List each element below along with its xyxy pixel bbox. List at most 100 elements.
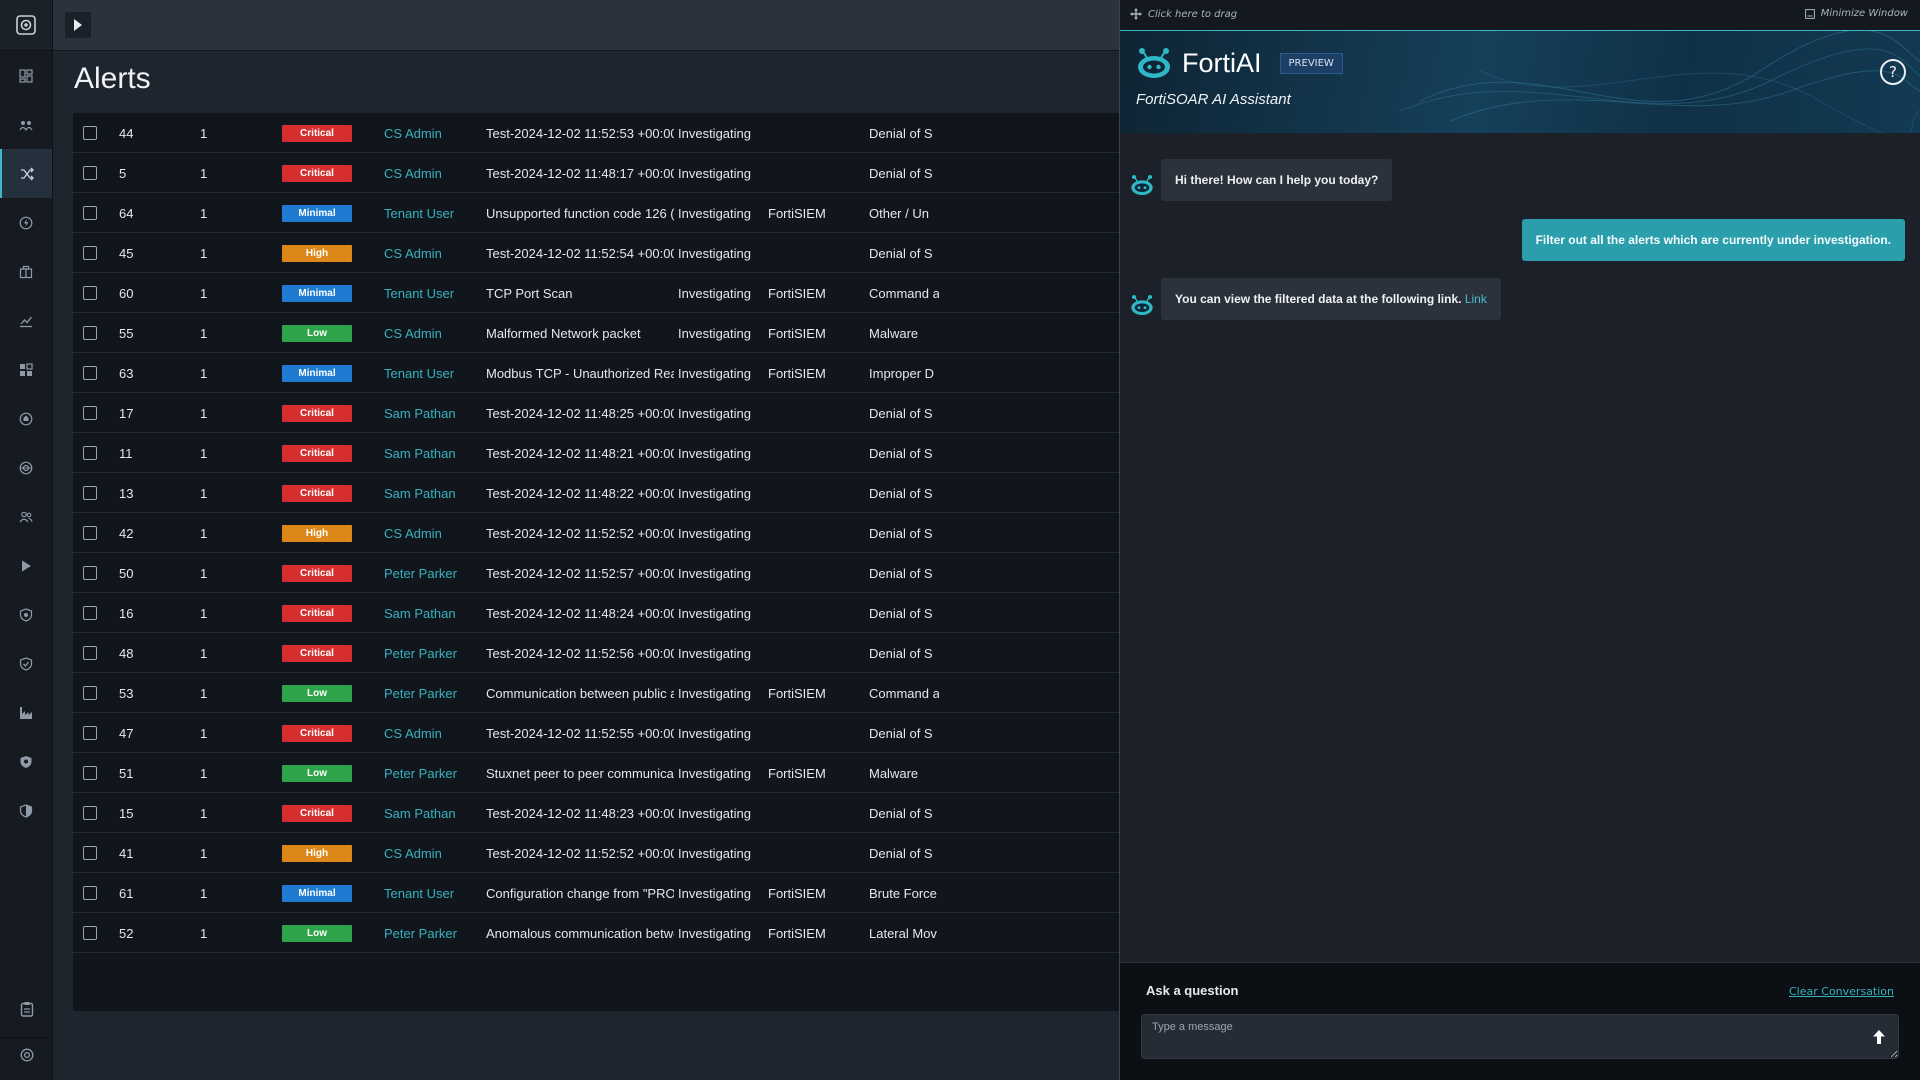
assigned-user-link[interactable]: Peter Parker xyxy=(384,926,457,941)
assigned-user-link[interactable]: Tenant User xyxy=(384,206,454,221)
table-row[interactable]: 52 1 Low Peter Parker Anomalous communicatio… xyxy=(73,913,1120,953)
minimize-window-button[interactable]: Minimize Window xyxy=(1804,8,1908,19)
row-checkbox[interactable] xyxy=(83,406,97,420)
table-row[interactable]: 53 1 Low Peter Parker Communication between … xyxy=(73,673,1120,713)
message-input[interactable] xyxy=(1141,1014,1899,1059)
dashboard-icon[interactable] xyxy=(0,51,52,100)
users-icon[interactable] xyxy=(0,492,52,541)
row-checkbox[interactable] xyxy=(83,446,97,460)
row-checkbox[interactable] xyxy=(83,846,97,860)
clipboard-icon[interactable] xyxy=(0,992,53,1026)
table-row[interactable]: 16 1 Critical Sam Pathan Test-2024-12-02 11:… xyxy=(73,593,1120,633)
table-row[interactable]: 11 1 Critical Sam Pathan Test-2024-12-02 11:… xyxy=(73,433,1120,473)
table-row[interactable]: 61 1 Minimal Tenant User Configuration chang… xyxy=(73,873,1120,913)
help-button[interactable]: ? xyxy=(1880,59,1906,85)
assigned-user-link[interactable]: Tenant User xyxy=(384,886,454,901)
table-row[interactable]: 42 1 High CS Admin Test-2024-12-02 11:52:52 … xyxy=(73,513,1120,553)
playbooks-icon[interactable] xyxy=(0,541,52,590)
table-row[interactable]: 50 1 Critical Peter Parker Test-2024-12-02 1… xyxy=(73,553,1120,593)
row-checkbox[interactable] xyxy=(83,486,97,500)
shield-icon[interactable] xyxy=(0,590,52,639)
assigned-user-link[interactable]: Sam Pathan xyxy=(384,486,456,501)
threat-icon[interactable] xyxy=(0,198,52,247)
row-checkbox[interactable] xyxy=(83,246,97,260)
alert-source-cell xyxy=(768,793,858,833)
assigned-user-link[interactable]: Sam Pathan xyxy=(384,406,456,421)
assigned-user-link[interactable]: Sam Pathan xyxy=(384,806,456,821)
table-row[interactable]: 63 1 Minimal Tenant User Modbus TCP - Unauth… xyxy=(73,353,1120,393)
ask-question-label: Ask a question xyxy=(1146,983,1239,998)
security-icon[interactable] xyxy=(0,394,52,443)
row-checkbox[interactable] xyxy=(83,886,97,900)
row-checkbox[interactable] xyxy=(83,726,97,740)
apps-icon[interactable] xyxy=(0,345,52,394)
row-checkbox[interactable] xyxy=(83,806,97,820)
assigned-user-link[interactable]: CS Admin xyxy=(384,726,442,741)
at-sign-icon[interactable] xyxy=(0,1037,53,1071)
shield-check-icon[interactable] xyxy=(0,639,52,688)
alert-source: FortiSIEM xyxy=(768,925,826,941)
row-checkbox[interactable] xyxy=(83,646,97,660)
assigned-user-link[interactable]: Sam Pathan xyxy=(384,446,456,461)
assigned-user-link[interactable]: Peter Parker xyxy=(384,566,457,581)
chat-drag-bar[interactable]: Click here to drag Minimize Window xyxy=(1120,0,1920,31)
assigned-user-link[interactable]: Sam Pathan xyxy=(384,606,456,621)
assigned-user-link[interactable]: Tenant User xyxy=(384,366,454,381)
send-button[interactable] xyxy=(1872,1029,1886,1049)
assigned-user-link[interactable]: Peter Parker xyxy=(384,766,457,781)
alert-source-cell: FortiSIEM xyxy=(768,353,858,393)
reports-icon[interactable] xyxy=(0,296,52,345)
table-row[interactable]: 15 1 Critical Sam Pathan Test-2024-12-02 11:… xyxy=(73,793,1120,833)
table-row[interactable]: 13 1 Critical Sam Pathan Test-2024-12-02 11:… xyxy=(73,473,1120,513)
table-row[interactable]: 5 1 Critical CS Admin Test-2024-12-02 11:48:… xyxy=(73,153,1120,193)
row-checkbox[interactable] xyxy=(83,686,97,700)
badge-icon[interactable] xyxy=(0,737,52,786)
drag-handle[interactable]: Click here to drag xyxy=(1130,8,1237,20)
table-row[interactable]: 44 1 Critical CS Admin Test-2024-12-02 11:52… xyxy=(73,113,1120,153)
table-row[interactable]: 64 1 Minimal Tenant User Unsupported functio… xyxy=(73,193,1120,233)
chart-icon[interactable] xyxy=(0,688,52,737)
row-checkbox[interactable] xyxy=(83,366,97,380)
table-row[interactable]: 41 1 High CS Admin Test-2024-12-02 11:52:52 … xyxy=(73,833,1120,873)
table-row[interactable]: 47 1 Critical CS Admin Test-2024-12-02 11:52… xyxy=(73,713,1120,753)
shield-half-icon[interactable] xyxy=(0,786,52,835)
row-checkbox[interactable] xyxy=(83,326,97,340)
row-checkbox[interactable] xyxy=(83,926,97,940)
table-row[interactable]: 45 1 High CS Admin Test-2024-12-02 11:52:54 … xyxy=(73,233,1120,273)
filtered-data-link[interactable]: Link xyxy=(1465,292,1487,306)
alerts-icon[interactable] xyxy=(0,149,52,198)
expand-sidebar-button[interactable] xyxy=(65,12,91,38)
assigned-user-link[interactable]: CS Admin xyxy=(384,526,442,541)
alert-source-cell: FortiSIEM xyxy=(768,673,858,713)
alert-source-cell: FortiSIEM xyxy=(768,913,858,953)
row-checkbox[interactable] xyxy=(83,126,97,140)
row-checkbox[interactable] xyxy=(83,206,97,220)
table-row[interactable]: 48 1 Critical Peter Parker Test-2024-12-02 1… xyxy=(73,633,1120,673)
row-checkbox[interactable] xyxy=(83,166,97,180)
alert-id-cell: 13 xyxy=(119,473,179,513)
cases-icon[interactable] xyxy=(0,247,52,296)
alert-status-cell: Investigating xyxy=(678,633,763,673)
assigned-user-link[interactable]: Peter Parker xyxy=(384,686,457,701)
table-row[interactable]: 60 1 Minimal Tenant User TCP Port Scan Invest… xyxy=(73,273,1120,313)
row-checkbox[interactable] xyxy=(83,766,97,780)
assigned-user-link[interactable]: CS Admin xyxy=(384,246,442,261)
row-checkbox[interactable] xyxy=(83,606,97,620)
table-row[interactable]: 51 1 Low Peter Parker Stuxnet peer to peer c… xyxy=(73,753,1120,793)
table-row[interactable]: 55 1 Low CS Admin Malformed Network packet In… xyxy=(73,313,1120,353)
globe-icon[interactable] xyxy=(0,443,52,492)
assigned-user-link[interactable]: Peter Parker xyxy=(384,646,457,661)
incidents-icon[interactable] xyxy=(0,100,52,149)
row-checkbox[interactable] xyxy=(83,526,97,540)
table-row[interactable]: 17 1 Critical Sam Pathan Test-2024-12-02 11:… xyxy=(73,393,1120,433)
clear-conversation-link[interactable]: Clear Conversation xyxy=(1789,985,1894,998)
assigned-user-link[interactable]: CS Admin xyxy=(384,126,442,141)
row-checkbox[interactable] xyxy=(83,566,97,580)
app-logo[interactable] xyxy=(0,0,52,51)
assigned-user-link[interactable]: CS Admin xyxy=(384,326,442,341)
alert-status: Investigating xyxy=(678,245,751,261)
assigned-user-link[interactable]: Tenant User xyxy=(384,286,454,301)
assigned-user-link[interactable]: CS Admin xyxy=(384,846,442,861)
assigned-user-link[interactable]: CS Admin xyxy=(384,166,442,181)
row-checkbox[interactable] xyxy=(83,286,97,300)
